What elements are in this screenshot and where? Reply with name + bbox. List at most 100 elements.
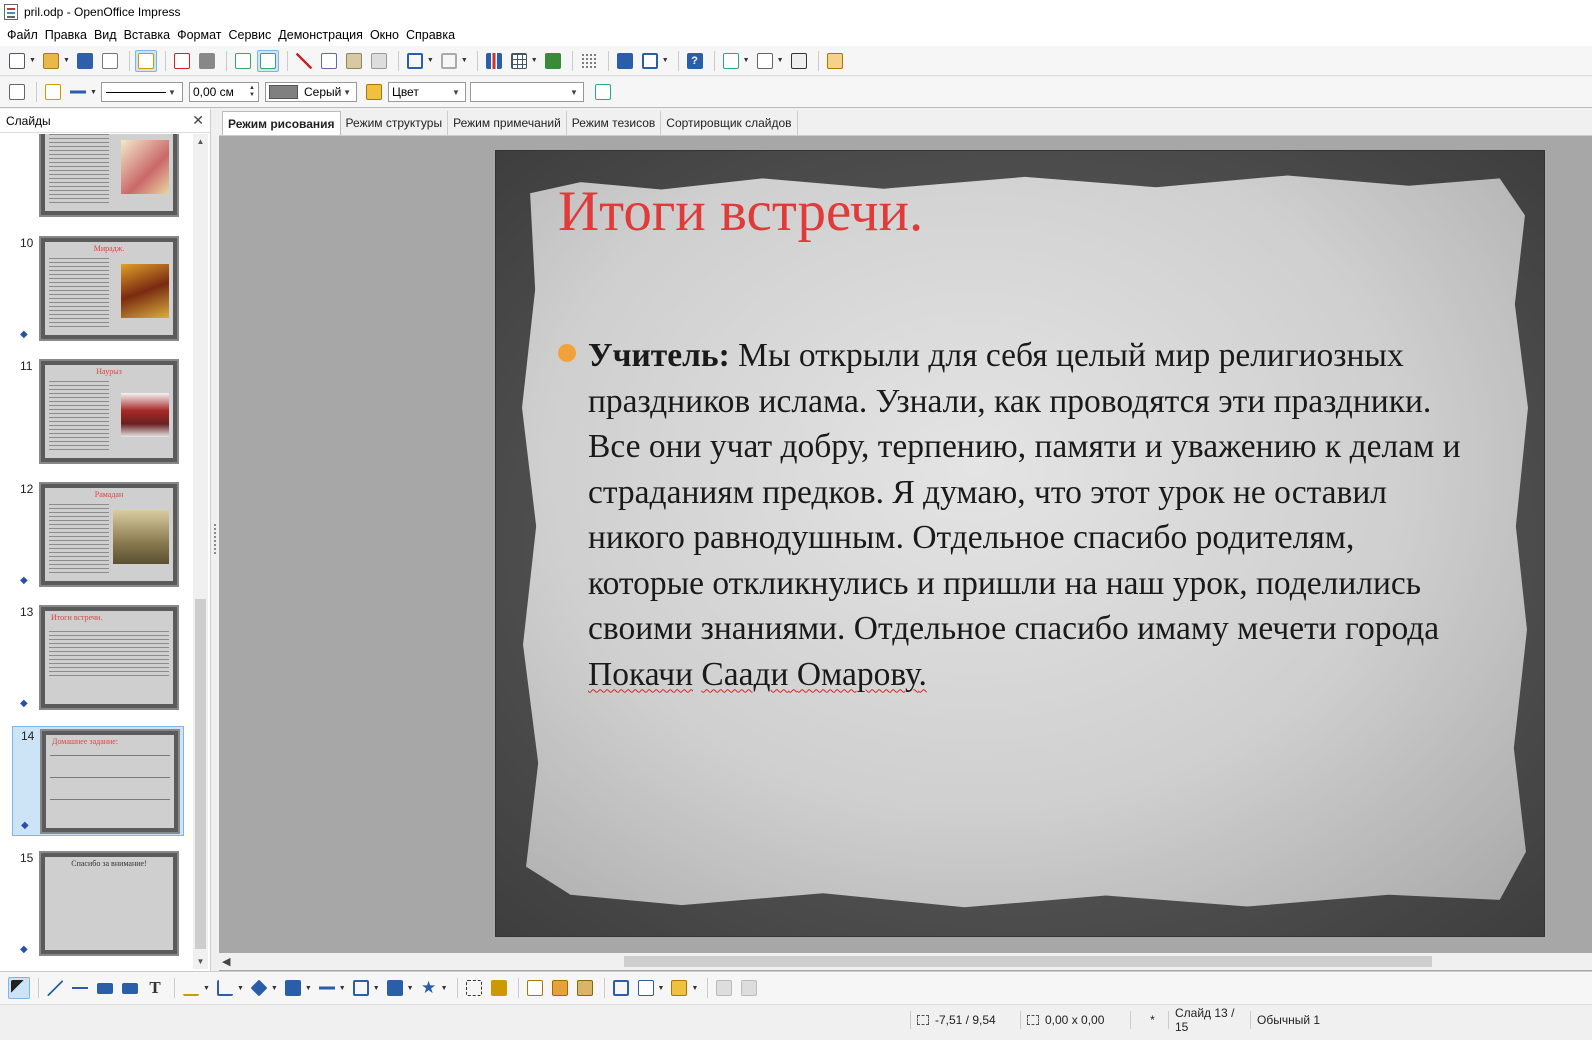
slide-thumbnail-10[interactable]: 10 ◆ Мирадж.: [12, 234, 184, 344]
slide-body-text[interactable]: Учитель: Мы открыли для себя целый мир р…: [588, 333, 1478, 697]
from-file-button[interactable]: [549, 977, 571, 999]
undo-dropdown-icon[interactable]: ▼: [427, 57, 434, 64]
tab-outline-view[interactable]: Режим структуры: [341, 111, 449, 135]
scrollbar-thumb[interactable]: [624, 956, 1432, 967]
slide-dropdown-icon[interactable]: ▼: [743, 57, 750, 64]
stars-dropdown-icon[interactable]: ▼: [441, 985, 448, 992]
pdf-export-button[interactable]: [171, 50, 193, 72]
close-icon[interactable]: ✕: [192, 112, 204, 129]
arrow-style-button[interactable]: [67, 81, 89, 103]
menu-file[interactable]: Файл: [6, 28, 44, 42]
slides-scrollbar[interactable]: ▲ ▼: [193, 134, 208, 969]
menu-window[interactable]: Окно: [369, 28, 405, 42]
select-button[interactable]: [8, 977, 30, 999]
open-dropdown-icon[interactable]: ▼: [63, 57, 70, 64]
layout-dropdown-icon[interactable]: ▼: [777, 57, 784, 64]
copy-button[interactable]: [318, 50, 340, 72]
help-button[interactable]: ?: [684, 50, 706, 72]
menu-help[interactable]: Справка: [405, 28, 461, 42]
area-style-select[interactable]: Цвет ▼: [387, 82, 466, 102]
glue-button[interactable]: [488, 977, 510, 999]
alignment-button[interactable]: [635, 977, 657, 999]
curve-dropdown-icon[interactable]: ▼: [203, 985, 210, 992]
alignment-dropdown-icon[interactable]: ▼: [658, 985, 665, 992]
save-button[interactable]: [74, 50, 96, 72]
area-fill-select[interactable]: ▼: [469, 82, 584, 102]
arrow-line-button[interactable]: [69, 977, 91, 999]
tab-handout-view[interactable]: Режим тезисов: [567, 111, 662, 135]
scrollbar-thumb[interactable]: [195, 599, 206, 949]
line-width-field[interactable]: 0,00 см ▲ ▼: [188, 82, 259, 102]
slide-thumbnail-12[interactable]: 12 ◆ Рамадан: [12, 480, 184, 590]
scroll-up-icon[interactable]: ▲: [193, 134, 208, 149]
symbol-shapes-button[interactable]: [282, 977, 304, 999]
status-modified[interactable]: *: [1130, 1011, 1168, 1029]
grid-button[interactable]: [578, 50, 600, 72]
fontwork-button[interactable]: [524, 977, 546, 999]
table-button[interactable]: [508, 50, 530, 72]
menu-edit[interactable]: Правка: [44, 28, 93, 42]
slide-canvas[interactable]: Итоги встречи. Учитель: Мы открыли для с…: [495, 150, 1545, 937]
table-dropdown-icon[interactable]: ▼: [531, 57, 538, 64]
redo-dropdown-icon[interactable]: ▼: [461, 57, 468, 64]
rotate-button[interactable]: [610, 977, 632, 999]
zoom-dropdown-icon[interactable]: ▼: [662, 57, 669, 64]
hyperlink-button[interactable]: [542, 50, 564, 72]
tab-notes-view[interactable]: Режим примечаний: [448, 111, 567, 135]
panel-splitter[interactable]: [211, 109, 219, 971]
undo-button[interactable]: [404, 50, 426, 72]
points-button[interactable]: [463, 977, 485, 999]
zoom-button[interactable]: [639, 50, 661, 72]
arrange-button[interactable]: [668, 977, 690, 999]
stars-button[interactable]: ★: [418, 977, 440, 999]
open-button[interactable]: [40, 50, 62, 72]
arrange-dropdown-icon[interactable]: ▼: [691, 985, 698, 992]
flowchart-button[interactable]: [350, 977, 372, 999]
chart-button[interactable]: [483, 50, 505, 72]
callouts-dropdown-icon[interactable]: ▼: [407, 985, 414, 992]
arrow-style-dropdown-icon[interactable]: ▼: [90, 89, 97, 96]
connector-dropdown-icon[interactable]: ▼: [237, 985, 244, 992]
redo-button[interactable]: [438, 50, 460, 72]
slide-thumbnail-9[interactable]: [12, 134, 184, 220]
basic-shapes-dropdown-icon[interactable]: ▼: [271, 985, 278, 992]
menu-insert[interactable]: Вставка: [123, 28, 176, 42]
menu-slideshow[interactable]: Демонстрация: [277, 28, 369, 42]
line-color-select[interactable]: Серый ▼: [264, 82, 357, 102]
slideshow-button[interactable]: [788, 50, 810, 72]
new-dropdown-icon[interactable]: ▼: [29, 57, 36, 64]
format-paintbrush-button[interactable]: [368, 50, 390, 72]
autospell-button[interactable]: [256, 49, 279, 72]
layout-button[interactable]: [754, 50, 776, 72]
ellipse-button[interactable]: [119, 977, 141, 999]
slide-thumbnail-15[interactable]: 15 ◆ Спасибо за внимание!: [12, 849, 184, 959]
horizontal-scrollbar[interactable]: ◀: [219, 953, 1592, 970]
text-button[interactable]: T: [144, 977, 166, 999]
block-arrows-button[interactable]: [316, 977, 338, 999]
tab-drawing-view[interactable]: Режим рисования: [222, 111, 341, 135]
curve-button[interactable]: [180, 977, 202, 999]
slide-thumbnail-11[interactable]: 11 Наурыз: [12, 357, 184, 467]
menu-view[interactable]: Вид: [93, 28, 123, 42]
presentation-button[interactable]: [824, 50, 846, 72]
line-style-select[interactable]: ▼: [100, 82, 183, 102]
block-arrows-dropdown-icon[interactable]: ▼: [339, 985, 346, 992]
callouts-button[interactable]: [384, 977, 406, 999]
area-button[interactable]: [363, 81, 385, 103]
connector-button[interactable]: [214, 977, 236, 999]
email-button[interactable]: [99, 50, 121, 72]
print-button[interactable]: [196, 50, 218, 72]
navigator-button[interactable]: [614, 50, 636, 72]
spellcheck-button[interactable]: [232, 50, 254, 72]
paste-button[interactable]: [343, 50, 365, 72]
slide-thumbnail-13[interactable]: 13 ◆ Итоги встречи.: [12, 603, 184, 713]
slide-title[interactable]: Итоги встречи.: [558, 179, 923, 244]
scroll-down-icon[interactable]: ▼: [193, 954, 208, 969]
spin-arrows-icon[interactable]: ▲ ▼: [249, 85, 255, 99]
rectangle-button[interactable]: [94, 977, 116, 999]
cut-button[interactable]: [293, 50, 315, 72]
menu-format[interactable]: Формат: [176, 28, 227, 42]
line-button[interactable]: [42, 81, 64, 103]
styles-button[interactable]: [6, 81, 28, 103]
symbol-shapes-dropdown-icon[interactable]: ▼: [305, 985, 312, 992]
